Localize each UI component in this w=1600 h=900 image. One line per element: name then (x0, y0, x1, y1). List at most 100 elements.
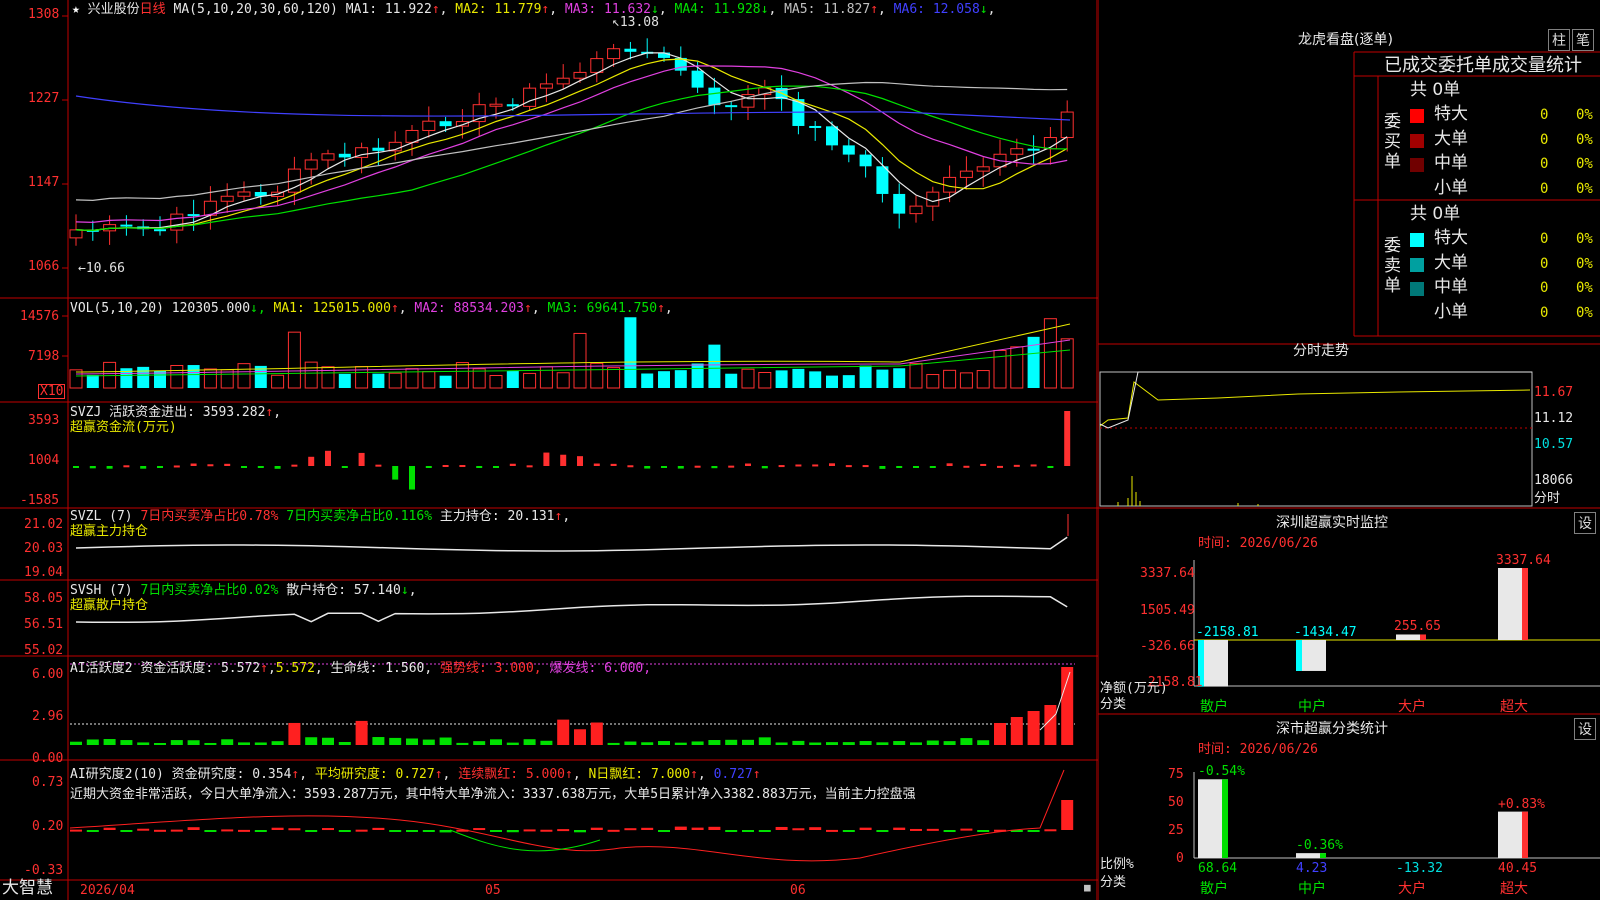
vol-bar-29 (556, 372, 570, 389)
order-color-square (1410, 282, 1424, 296)
date-axis-06: 06 (790, 883, 806, 898)
vol-value: 120305.000 (171, 301, 251, 316)
ai-bar-57 (1027, 711, 1040, 745)
class-category: 中户 (1298, 881, 1326, 897)
vol-bar-27 (523, 372, 537, 389)
svzj-bar-3 (123, 465, 130, 468)
ai-bar-18 (372, 737, 385, 745)
ai-bar-44 (809, 742, 822, 745)
monitor-settings-button[interactable]: 设 (1574, 512, 1596, 534)
ai-strong: 强势线: 3.000, (440, 661, 542, 676)
class-delta: +0.83% (1498, 796, 1545, 812)
research-last: 0.727 (713, 767, 753, 782)
research-bar-31 (590, 827, 603, 830)
order-stats-tabs[interactable]: 已成交委托单成交量统计 (1384, 57, 1582, 75)
research-bar-5 (154, 829, 166, 832)
svsh-t2: 散户持仓: (286, 583, 347, 598)
research-bar-15 (322, 828, 334, 831)
monitor-bar-value: 255.65 (1394, 619, 1441, 635)
candle-body-37 (691, 70, 704, 88)
candle-body-16 (338, 153, 351, 158)
order-type-label: 中单 (1434, 277, 1468, 297)
favorite-star-icon[interactable]: ★ (72, 2, 80, 17)
vol-bar-30 (573, 332, 587, 389)
candle-body-57 (1027, 148, 1040, 151)
svzj-bar-25 (493, 466, 499, 468)
svzj-bar-4 (140, 466, 147, 469)
vol-bar-12 (271, 374, 285, 389)
candle-body-38 (708, 87, 721, 106)
class-axis-1: 75 (1168, 767, 1184, 782)
research-bar-14 (305, 830, 318, 832)
research-title: AI研究度2(10) (70, 767, 164, 782)
class-axis-4: 0 (1176, 851, 1184, 866)
class-bar-edge-0 (1222, 779, 1228, 858)
svsh-axis-1: 58.05 (24, 591, 64, 606)
candle-body-47 (859, 154, 872, 167)
svzl-t2: 7日内买卖净占比0.116% (286, 509, 433, 524)
svzj-bar-26 (509, 463, 516, 466)
ai-bar-11 (254, 742, 267, 745)
research-bar-6 (170, 829, 183, 832)
research-bar-19 (389, 830, 402, 832)
vol-bar-44 (809, 371, 822, 388)
research-bar-24 (473, 828, 486, 831)
research-bar-36 (674, 826, 687, 830)
svzl-t1: 7日内买卖净占比0.78% (140, 509, 279, 524)
ai-bar-2 (103, 739, 116, 745)
ai-v2: 5.572 (275, 661, 315, 676)
research-bar-41 (758, 830, 771, 832)
vol-bar-1 (86, 374, 99, 388)
intraday-avg (1099, 381, 1531, 427)
vol-bar-48 (876, 369, 889, 388)
right-canvas (1098, 0, 1600, 900)
research-bar-10 (238, 829, 250, 832)
candle-body-0 (69, 229, 83, 239)
intraday-title: 分时走势 (1293, 343, 1349, 359)
candle-body-50 (909, 205, 923, 215)
vol-bar-37 (691, 363, 704, 388)
vol-bar-45 (826, 375, 838, 388)
intraday-axis-3: 10.57 (1534, 437, 1574, 452)
candle-body-23 (455, 121, 469, 127)
ai-bar-10 (238, 742, 250, 745)
svzj-bar-33 (627, 465, 634, 468)
svzj-bar-2 (106, 466, 113, 469)
ma5-line (75, 52, 1068, 232)
ai-bar-28 (540, 740, 553, 745)
class-settings-button[interactable]: 设 (1574, 718, 1596, 740)
svzj-bar-30 (577, 456, 583, 466)
lock-icon[interactable]: ■ (1084, 882, 1091, 893)
vol-bar-22 (439, 375, 452, 388)
vol-bar-32 (607, 367, 621, 389)
candle-body-49 (893, 193, 906, 214)
main-chart-area[interactable]: ★ 兴业股份日线 MA(5,10,20,30,60,120) MA1: 11.9… (0, 0, 1098, 900)
candle-body-54 (976, 166, 990, 172)
order-count: 0 (1540, 131, 1549, 148)
ai-bar-5 (154, 742, 166, 745)
research-bar-8 (204, 830, 217, 832)
ma-value-1: 11.922 (384, 2, 432, 17)
ai-bar-1 (86, 739, 99, 745)
research-axis-2: 0.20 (32, 819, 64, 834)
ma-value-5: 11.827 (823, 2, 871, 17)
monitor-category: 超大 (1500, 699, 1528, 715)
ai-bar-25 (490, 739, 502, 745)
monitor-bar-edge-3 (1522, 568, 1528, 640)
svzj-bar-28 (543, 452, 550, 466)
low-price-marker: ←10.66 (78, 261, 125, 276)
period-label[interactable]: 日线 (140, 2, 166, 17)
bar-mode-button[interactable]: 柱 (1548, 29, 1570, 51)
ai-bar-39 (725, 739, 738, 745)
vol-bar-40 (741, 368, 755, 389)
svsh-axis-3: 55.02 (24, 643, 64, 658)
vol-title: VOL(5,10,20) (70, 301, 164, 316)
chart-canvas[interactable] (0, 0, 1098, 900)
tick-mode-button[interactable]: 笔 (1572, 29, 1594, 51)
ai-bar-20 (406, 738, 418, 745)
order-pct: 0% (1576, 280, 1593, 296)
vol-bar-7 (187, 365, 200, 388)
svzl-title: SVZL (7) (70, 509, 133, 524)
stock-name: 兴业股份 (87, 2, 140, 17)
svzj-bar-37 (694, 465, 701, 468)
